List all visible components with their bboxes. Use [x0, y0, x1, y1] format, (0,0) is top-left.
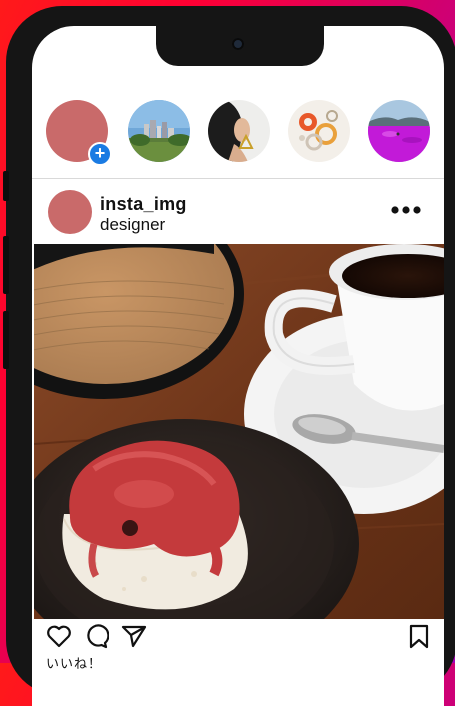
add-story-icon[interactable]: +	[88, 142, 112, 166]
phone-screen: + insta_img designer いいね！	[32, 26, 444, 706]
avatar[interactable]	[48, 190, 92, 234]
comment-icon[interactable]	[83, 623, 109, 649]
volume-up-button	[3, 236, 9, 294]
story-city[interactable]	[128, 100, 190, 162]
volume-down-button	[3, 311, 9, 369]
story-rings[interactable]	[288, 100, 350, 162]
phone-frame: + insta_img designer いいね！	[3, 6, 455, 706]
post-subtitle: designer	[100, 215, 166, 234]
post-actions	[32, 623, 444, 653]
post-header: insta_img designer	[32, 184, 444, 244]
post-image[interactable]	[34, 244, 444, 619]
stories-divider	[32, 178, 444, 179]
mute-switch	[3, 171, 9, 201]
more-dots-icon[interactable]	[390, 204, 422, 216]
send-icon[interactable]	[121, 623, 147, 649]
heart-icon[interactable]	[46, 623, 72, 649]
stories-row: +	[32, 100, 444, 166]
bookmark-icon[interactable]	[406, 623, 432, 649]
story-person[interactable]	[208, 100, 270, 162]
story-purple[interactable]	[368, 100, 430, 162]
notch	[156, 26, 324, 66]
story-own[interactable]: +	[46, 100, 112, 166]
post-username[interactable]: insta_img	[100, 194, 187, 215]
front-camera	[232, 38, 244, 50]
